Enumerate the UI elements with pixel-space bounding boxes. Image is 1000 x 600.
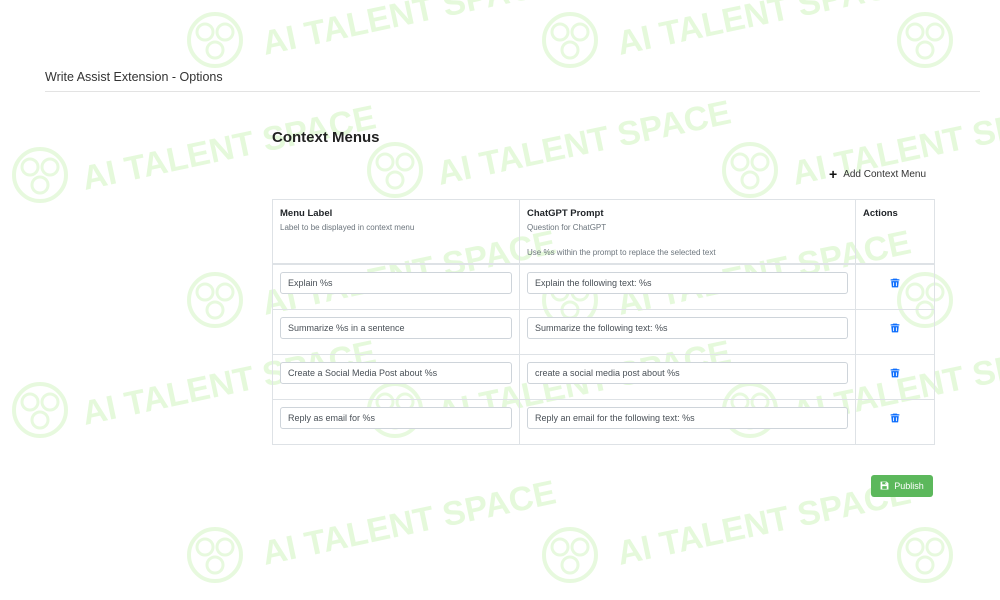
app-title: Write Assist Extension - Options [45, 70, 223, 84]
column-subtitle: Label to be displayed in context menu [280, 223, 415, 232]
floppy-disk-icon [880, 481, 889, 492]
column-title: Menu Label [280, 208, 333, 219]
prompt-input[interactable] [527, 361, 848, 384]
prompt-cell [519, 353, 856, 400]
column-header-menu-label: Menu Label Label to be displayed in cont… [272, 199, 520, 265]
actions-cell [855, 353, 935, 400]
table-row [272, 308, 935, 355]
plus-icon: + [829, 166, 838, 182]
menu-label-cell [272, 263, 520, 310]
publish-button[interactable]: Publish [871, 475, 933, 497]
column-title: ChatGPT Prompt [527, 208, 604, 219]
table-header-row: Menu Label Label to be displayed in cont… [272, 199, 935, 265]
prompt-input[interactable] [527, 316, 848, 339]
prompt-input[interactable] [527, 272, 848, 294]
actions-cell [855, 263, 935, 310]
watermark-text: AI TALENT SPACE [259, 0, 559, 63]
add-context-menu-label: Add Context Menu [843, 168, 927, 180]
column-subtitle: Question for ChatGPT [527, 223, 607, 232]
menu-label-cell [272, 398, 520, 445]
column-header-chatgpt-prompt: ChatGPT Prompt Question for ChatGPT Use … [519, 199, 856, 265]
prompt-cell [519, 398, 856, 445]
menu-label-cell [272, 353, 520, 400]
trash-icon[interactable] [890, 365, 900, 377]
column-title: Actions [863, 208, 898, 219]
context-menus-table: Menu Label Label to be displayed in cont… [272, 199, 935, 445]
prompt-cell [519, 263, 856, 310]
watermark-text: AI TALENT SPACE [79, 98, 379, 197]
prompt-input[interactable] [527, 406, 848, 429]
watermark-text: AI TALENT SPACE [614, 0, 914, 63]
actions-cell [855, 398, 935, 445]
menu-label-input[interactable] [280, 361, 512, 384]
menu-label-input[interactable] [280, 406, 512, 429]
prompt-cell [519, 308, 856, 355]
menu-label-input[interactable] [280, 272, 512, 294]
publish-label: Publish [894, 481, 924, 491]
trash-icon[interactable] [890, 410, 900, 422]
table-row [272, 263, 935, 310]
trash-icon[interactable] [890, 275, 900, 288]
watermark-text: AI TALENT SPACE [614, 473, 914, 572]
column-note: Use %s within the prompt to replace the … [527, 248, 716, 257]
trash-icon[interactable] [890, 320, 900, 332]
app-header: Write Assist Extension - Options [45, 68, 980, 92]
watermark-text: AI TALENT SPACE [259, 473, 559, 572]
menu-label-input[interactable] [280, 316, 512, 339]
table-row [272, 398, 935, 445]
section-title: Context Menus [272, 129, 380, 146]
column-header-actions: Actions [855, 199, 935, 265]
actions-cell [855, 308, 935, 355]
add-context-menu-button[interactable]: + Add Context Menu [829, 166, 927, 182]
watermark-text: AI TALENT SPACE [434, 93, 734, 192]
table-row [272, 353, 935, 400]
menu-label-cell [272, 308, 520, 355]
